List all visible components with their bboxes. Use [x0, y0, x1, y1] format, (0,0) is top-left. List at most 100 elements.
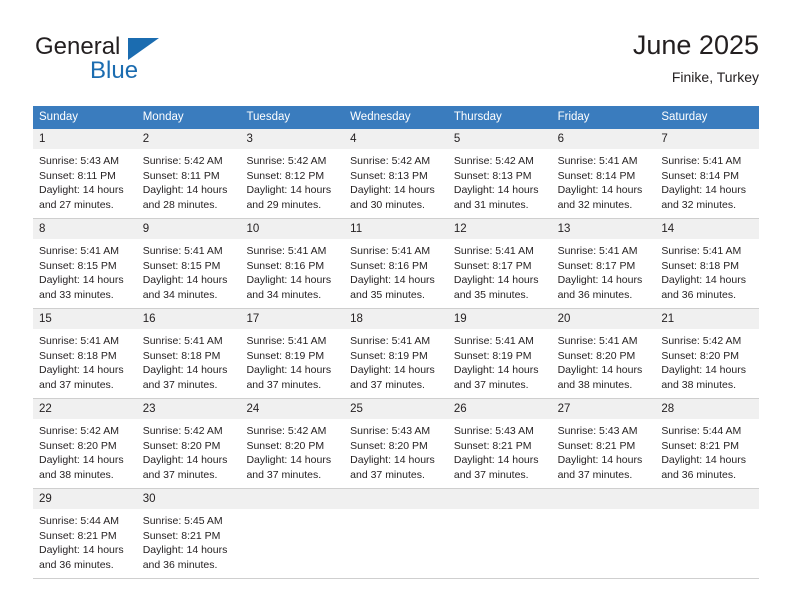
calendar-day-cell[interactable]: 14 Sunrise: 5:41 AM Sunset: 8:18 PM Dayligh…	[655, 219, 760, 308]
sunset-text: Sunset: 8:12 PM	[246, 169, 325, 182]
calendar-day-cell[interactable]: 30 Sunrise: 5:45 AM Sunset: 8:21 PM Dayligh…	[136, 489, 241, 578]
daylight-text: Daylight: 14 hours	[39, 544, 124, 557]
calendar-cell-empty	[447, 489, 552, 578]
calendar-day-cell[interactable]: 17 Sunrise: 5:41 AM Sunset: 8:19 PM Dayligh…	[240, 309, 345, 398]
calendar-day-cell[interactable]: 16 Sunrise: 5:41 AM Sunset: 8:18 PM Dayligh…	[136, 309, 241, 398]
calendar-day-cell[interactable]: 24 Sunrise: 5:42 AM Sunset: 8:20 PM Dayligh…	[240, 399, 345, 488]
daylight-text: Daylight: 14 hours	[39, 184, 124, 197]
daylight-text: and 36 minutes.	[661, 468, 737, 481]
sunrise-text: Sunrise: 5:41 AM	[453, 245, 534, 257]
calendar-day-cell[interactable]: 9 Sunrise: 5:41 AM Sunset: 8:15 PM Daylight…	[136, 219, 241, 308]
calendar-day-cell[interactable]: 23 Sunrise: 5:42 AM Sunset: 8:20 PM Dayligh…	[136, 399, 241, 488]
daylight-text: Daylight: 14 hours	[142, 184, 228, 197]
calendar-day-cell[interactable]: 29 Sunrise: 5:44 AM Sunset: 8:21 PM Dayligh…	[33, 489, 137, 578]
day-details	[240, 509, 344, 514]
sunset-text: Sunset: 8:11 PM	[142, 169, 220, 182]
calendar-day-cell[interactable]: 19 Sunrise: 5:41 AM Sunset: 8:19 PM Dayligh…	[447, 309, 552, 398]
calendar-day-cell[interactable]: 22 Sunrise: 5:42 AM Sunset: 8:20 PM Dayligh…	[33, 399, 137, 488]
day-details: Sunrise: 5:41 AM Sunset: 8:19 PM Daylight:…	[448, 329, 552, 392]
weekday-header-sunday: Sunday	[39, 111, 79, 123]
calendar-day-cell[interactable]: 6 Sunrise: 5:41 AM Sunset: 8:14 PM Daylight…	[551, 129, 656, 218]
day-number: 6	[551, 129, 656, 149]
calendar-day-cell[interactable]: 11 Sunrise: 5:41 AM Sunset: 8:16 PM Dayligh…	[344, 219, 448, 308]
day-number: 23	[136, 399, 241, 419]
calendar-day-cell[interactable]: 2 Sunrise: 5:42 AM Sunset: 8:11 PM Daylight…	[136, 129, 241, 218]
day-details: Sunrise: 5:42 AM Sunset: 8:20 PM Daylight:…	[137, 419, 241, 482]
daylight-text: Daylight: 14 hours	[39, 364, 124, 377]
daylight-text: and 38 minutes.	[557, 378, 633, 391]
daylight-text: Daylight: 14 hours	[661, 364, 746, 377]
day-details: Sunrise: 5:42 AM Sunset: 8:13 PM Daylight:…	[448, 149, 552, 212]
day-number: 17	[240, 309, 345, 329]
calendar-day-cell[interactable]: 15 Sunrise: 5:41 AM Sunset: 8:18 PM Dayligh…	[33, 309, 137, 398]
calendar-day-cell[interactable]: 13 Sunrise: 5:41 AM Sunset: 8:17 PM Dayligh…	[551, 219, 656, 308]
calendar-day-cell[interactable]: 28 Sunrise: 5:44 AM Sunset: 8:21 PM Dayligh…	[655, 399, 760, 488]
sunset-text: Sunset: 8:15 PM	[142, 259, 221, 272]
daylight-text: Daylight: 14 hours	[246, 364, 332, 377]
calendar-week-row: 15 Sunrise: 5:41 AM Sunset: 8:18 PM Dayligh…	[33, 309, 760, 399]
day-details: Sunrise: 5:43 AM Sunset: 8:20 PM Daylight:…	[344, 419, 448, 482]
sunrise-text: Sunrise: 5:44 AM	[39, 515, 119, 527]
daylight-text: and 37 minutes.	[142, 468, 218, 481]
day-number: 4	[344, 129, 448, 149]
sunset-text: Sunset: 8:19 PM	[246, 349, 325, 362]
sunrise-text: Sunrise: 5:41 AM	[350, 245, 431, 257]
day-number: 9	[136, 219, 241, 239]
calendar-day-cell[interactable]: 25 Sunrise: 5:43 AM Sunset: 8:20 PM Dayligh…	[344, 399, 448, 488]
day-details	[448, 509, 552, 514]
daylight-text: and 36 minutes.	[557, 288, 633, 301]
daylight-text: and 32 minutes.	[661, 198, 737, 211]
calendar-day-cell[interactable]: 20 Sunrise: 5:41 AM Sunset: 8:20 PM Dayligh…	[551, 309, 656, 398]
sunset-text: Sunset: 8:11 PM	[39, 169, 116, 182]
sunset-text: Sunset: 8:21 PM	[39, 529, 117, 542]
calendar-day-cell[interactable]: 1 Sunrise: 5:43 AM Sunset: 8:11 PM Daylight…	[33, 129, 137, 218]
calendar-day-cell[interactable]: 12 Sunrise: 5:41 AM Sunset: 8:17 PM Dayligh…	[447, 219, 552, 308]
day-number: 8	[33, 219, 137, 239]
calendar-day-cell[interactable]: 10 Sunrise: 5:41 AM Sunset: 8:16 PM Dayligh…	[240, 219, 345, 308]
day-number	[240, 489, 345, 509]
day-details: Sunrise: 5:41 AM Sunset: 8:19 PM Daylight:…	[344, 329, 448, 392]
calendar-day-cell[interactable]: 27 Sunrise: 5:43 AM Sunset: 8:21 PM Dayligh…	[551, 399, 656, 488]
calendar-day-cell[interactable]: 4 Sunrise: 5:42 AM Sunset: 8:13 PM Daylight…	[344, 129, 448, 218]
sunrise-text: Sunrise: 5:42 AM	[246, 155, 327, 167]
daylight-text: Daylight: 14 hours	[350, 364, 435, 377]
calendar-week-row: 22 Sunrise: 5:42 AM Sunset: 8:20 PM Dayligh…	[33, 399, 760, 489]
sunset-text: Sunset: 8:20 PM	[39, 439, 117, 452]
brand-logo[interactable]: General Blue	[33, 34, 233, 92]
day-number: 20	[551, 309, 656, 329]
page-title: June 2025	[632, 30, 759, 60]
calendar-day-cell[interactable]: 8 Sunrise: 5:41 AM Sunset: 8:15 PM Daylight…	[33, 219, 137, 308]
day-details: Sunrise: 5:41 AM Sunset: 8:17 PM Daylight:…	[448, 239, 552, 302]
day-details: Sunrise: 5:41 AM Sunset: 8:14 PM Daylight:…	[552, 149, 656, 212]
day-details: Sunrise: 5:42 AM Sunset: 8:12 PM Daylight:…	[240, 149, 344, 212]
calendar-cell-empty	[344, 489, 448, 578]
sunrise-text: Sunrise: 5:44 AM	[661, 425, 742, 437]
sunset-text: Sunset: 8:20 PM	[246, 439, 325, 452]
daylight-text: and 37 minutes.	[142, 378, 218, 391]
sunrise-text: Sunrise: 5:41 AM	[39, 245, 119, 257]
day-number: 15	[33, 309, 137, 329]
calendar-day-cell[interactable]: 7 Sunrise: 5:41 AM Sunset: 8:14 PM Daylight…	[655, 129, 760, 218]
day-number	[447, 489, 552, 509]
calendar-day-cell[interactable]: 26 Sunrise: 5:43 AM Sunset: 8:21 PM Dayligh…	[447, 399, 552, 488]
daylight-text: Daylight: 14 hours	[142, 454, 228, 467]
daylight-text: and 35 minutes.	[350, 288, 425, 301]
day-details: Sunrise: 5:45 AM Sunset: 8:21 PM Daylight:…	[137, 509, 241, 572]
daylight-text: and 34 minutes.	[142, 288, 218, 301]
sunrise-text: Sunrise: 5:41 AM	[557, 245, 638, 257]
daylight-text: Daylight: 14 hours	[350, 454, 435, 467]
calendar-weeks: 1 Sunrise: 5:43 AM Sunset: 8:11 PM Daylight…	[33, 129, 760, 579]
sunset-text: Sunset: 8:19 PM	[350, 349, 428, 362]
calendar-day-cell[interactable]: 5 Sunrise: 5:42 AM Sunset: 8:13 PM Daylight…	[447, 129, 552, 218]
daylight-text: and 37 minutes.	[453, 378, 529, 391]
calendar-day-cell[interactable]: 18 Sunrise: 5:41 AM Sunset: 8:19 PM Dayligh…	[344, 309, 448, 398]
daylight-text: and 37 minutes.	[39, 378, 114, 391]
sunset-text: Sunset: 8:17 PM	[557, 259, 636, 272]
day-details: Sunrise: 5:42 AM Sunset: 8:20 PM Daylight:…	[240, 419, 344, 482]
calendar-day-cell[interactable]: 21 Sunrise: 5:42 AM Sunset: 8:20 PM Dayligh…	[655, 309, 760, 398]
day-details: Sunrise: 5:41 AM Sunset: 8:18 PM Daylight:…	[33, 329, 137, 392]
daylight-text: and 37 minutes.	[246, 378, 322, 391]
calendar-day-cell[interactable]: 3 Sunrise: 5:42 AM Sunset: 8:12 PM Daylight…	[240, 129, 345, 218]
day-details: Sunrise: 5:43 AM Sunset: 8:21 PM Daylight:…	[552, 419, 656, 482]
sunrise-text: Sunrise: 5:41 AM	[142, 335, 223, 347]
